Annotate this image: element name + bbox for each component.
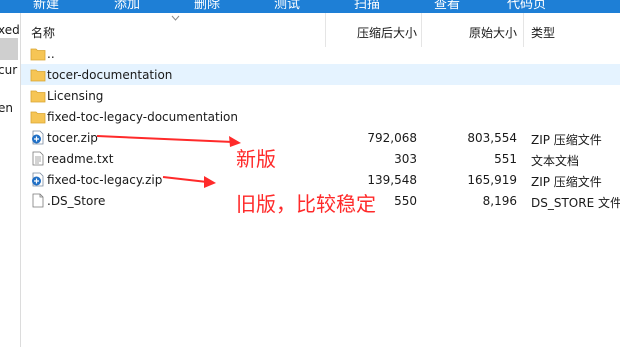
folder-icon <box>30 69 46 82</box>
list-item-fixed-toc-legacy-zip[interactable]: fixed-toc-legacy.zip 139,548 165,919 ZIP… <box>21 169 620 190</box>
list-item-licensing[interactable]: Licensing <box>21 85 620 106</box>
file-type: ZIP 压缩文件 <box>531 133 602 147</box>
zip-icon <box>32 172 44 187</box>
list-item-readme-txt[interactable]: readme.txt 303 551 文本文档 <box>21 148 620 169</box>
zip-icon <box>32 130 44 145</box>
file-list: 名称 压缩后大小 原始大小 类型 .. tocer-documentation … <box>21 13 620 347</box>
folder-icon <box>30 111 46 124</box>
blank-file-icon <box>32 193 44 208</box>
compressed-size: 550 <box>394 194 417 208</box>
column-header-name[interactable]: 名称 <box>31 24 55 41</box>
tree-item[interactable]: cur <box>0 63 17 77</box>
file-name: .DS_Store <box>47 194 106 208</box>
toolbar-codepage-button[interactable]: 代码页 <box>507 0 546 12</box>
column-header-compressed-size[interactable]: 压缩后大小 <box>357 24 417 41</box>
file-name: tocer.zip <box>47 131 98 145</box>
file-type: 文本文档 <box>531 154 580 168</box>
file-type: ZIP 压缩文件 <box>531 175 602 189</box>
list-item-fixed-toc-legacy-documentation[interactable]: fixed-toc-legacy-documentation <box>21 106 620 127</box>
folder-icon <box>30 90 46 103</box>
original-size: 8,196 <box>482 194 517 208</box>
folder-tree: xed cur en <box>0 13 20 347</box>
toolbar-view-button[interactable]: 查看 <box>434 0 460 12</box>
tree-item[interactable]: en <box>0 101 13 115</box>
text-file-icon <box>32 151 44 166</box>
column-divider[interactable] <box>523 13 524 47</box>
file-name: fixed-toc-legacy.zip <box>47 173 163 187</box>
toolbar-test-button[interactable]: 测试 <box>274 0 300 12</box>
file-name: .. <box>47 47 55 61</box>
toolbar-delete-button[interactable]: 删除 <box>194 0 220 12</box>
list-item-parent[interactable]: .. <box>21 43 620 64</box>
annotation-arrow-new <box>96 135 241 147</box>
file-name: tocer-documentation <box>47 68 173 82</box>
column-divider[interactable] <box>325 13 326 47</box>
file-name: readme.txt <box>47 152 114 166</box>
original-size: 551 <box>494 152 517 166</box>
file-name: fixed-toc-legacy-documentation <box>47 110 238 124</box>
compressed-size: 303 <box>394 152 417 166</box>
toolbar-new-button[interactable]: 新建 <box>33 0 59 12</box>
original-size: 165,919 <box>467 173 517 187</box>
list-item-tocer-documentation[interactable]: tocer-documentation <box>21 64 620 85</box>
tree-item[interactable]: xed <box>0 23 20 37</box>
toolbar-add-button[interactable]: 添加 <box>114 0 140 12</box>
tree-selected-item[interactable] <box>0 38 18 60</box>
file-name: Licensing <box>47 89 104 103</box>
annotation-arrow-old <box>162 176 216 188</box>
column-header-type[interactable]: 类型 <box>531 24 555 41</box>
column-divider[interactable] <box>421 13 422 47</box>
sort-chevron-icon <box>171 15 180 21</box>
compressed-size: 792,068 <box>367 131 417 145</box>
toolbar: 新建 添加 删除 测试 扫描 查看 代码页 <box>0 0 620 13</box>
list-header: 名称 压缩后大小 原始大小 类型 <box>21 13 620 47</box>
original-size: 803,554 <box>467 131 517 145</box>
toolbar-scan-button[interactable]: 扫描 <box>354 0 380 12</box>
file-type: DS_STORE 文件 <box>531 196 620 210</box>
compressed-size: 139,548 <box>367 173 417 187</box>
folder-icon <box>30 48 46 61</box>
annotation-old-stable: 旧版，比较稳定 <box>236 192 376 216</box>
column-header-original-size[interactable]: 原始大小 <box>469 24 517 41</box>
annotation-new-version: 新版 <box>236 147 276 171</box>
